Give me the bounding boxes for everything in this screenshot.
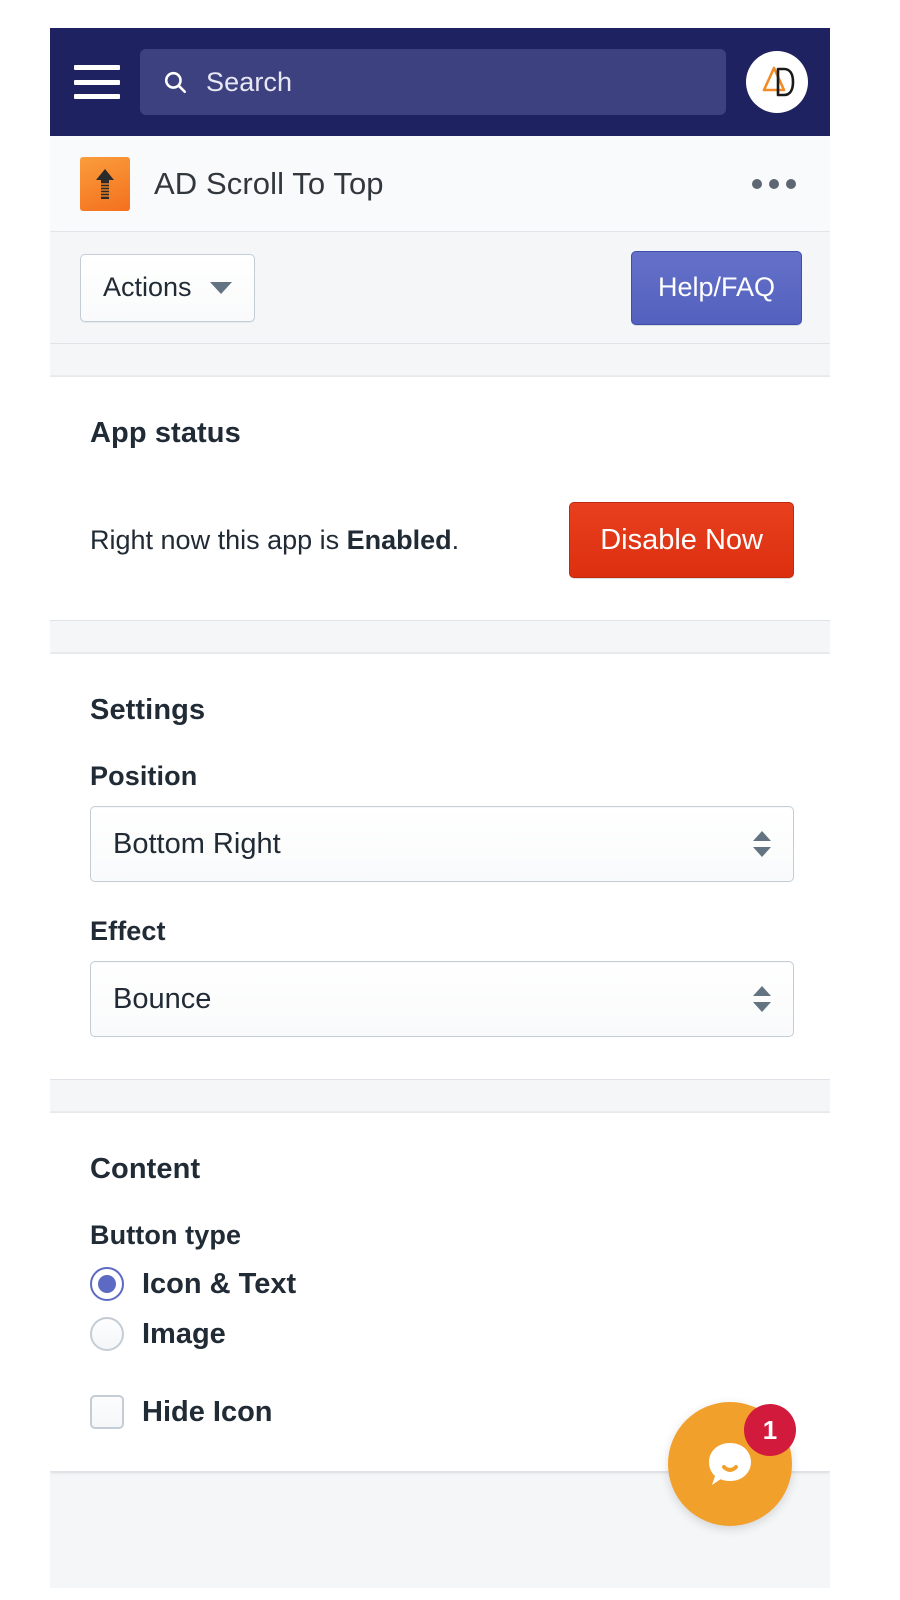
effect-field: Effect Bounce: [90, 916, 794, 1037]
position-label: Position: [90, 761, 198, 791]
app-status-text: Right now this app is Enabled.: [90, 525, 459, 556]
effect-select[interactable]: Bounce: [90, 961, 794, 1037]
chat-unread-badge: 1: [744, 1404, 796, 1456]
disable-now-button[interactable]: Disable Now: [569, 502, 794, 578]
app-status-suffix: .: [451, 524, 460, 555]
search-placeholder: Search: [206, 66, 293, 97]
status-badge: Enabled: [346, 524, 452, 555]
chat-unread-count: 1: [762, 1414, 778, 1445]
position-select[interactable]: Bottom Right: [90, 806, 794, 882]
scroll-to-top-arrow-icon: [80, 156, 130, 211]
stepper-arrows-icon: [753, 986, 771, 1012]
action-bar: Actions Help/FAQ: [50, 232, 830, 344]
checkbox-icon[interactable]: [90, 1395, 124, 1429]
disable-now-label: Disable Now: [600, 523, 763, 556]
app-status-card: App status Right now this app is Enabled…: [50, 376, 830, 621]
chat-launcher[interactable]: 1: [668, 1402, 796, 1526]
settings-heading: Settings: [90, 694, 206, 726]
radio-icon[interactable]: [90, 1267, 124, 1301]
section-gap: [50, 621, 830, 653]
actions-dropdown-button[interactable]: Actions: [80, 253, 255, 322]
app-status-prefix: Right now this app is: [90, 524, 347, 555]
hide-icon-label: Hide Icon: [142, 1395, 273, 1428]
merchant-logo-icon: [762, 66, 795, 97]
radio-option-icon-and-text[interactable]: Icon & Text: [90, 1267, 794, 1301]
radio-icon[interactable]: [90, 1317, 124, 1351]
page-header: AD Scroll To Top: [50, 136, 830, 232]
position-value: Bottom Right: [113, 827, 281, 860]
radio-label: Icon & Text: [142, 1267, 297, 1300]
avatar[interactable]: [746, 51, 808, 113]
section-gap: [50, 344, 830, 376]
page-title: AD Scroll To Top: [154, 165, 384, 201]
button-type-group: Button type Icon & Text Image: [90, 1220, 794, 1351]
content-heading: Content: [90, 1153, 201, 1185]
app-status-row: Right now this app is Enabled. Disable N…: [90, 502, 794, 578]
radio-label: Image: [142, 1317, 226, 1350]
kebab-menu-icon[interactable]: [746, 169, 802, 199]
radio-option-image[interactable]: Image: [90, 1317, 794, 1351]
effect-value: Bounce: [113, 982, 212, 1015]
section-gap: [50, 1080, 830, 1112]
hamburger-menu-icon[interactable]: [74, 65, 120, 99]
chevron-down-icon: [209, 281, 232, 294]
help-faq-label: Help/FAQ: [657, 272, 775, 302]
settings-card: Settings Position Bottom Right Effect Bo…: [50, 653, 830, 1080]
effect-label: Effect: [90, 916, 166, 946]
app-frame: Search AD Scroll To Top Actions Help/FAQ…: [50, 28, 830, 1588]
top-navigation-bar: Search: [50, 28, 830, 136]
position-field: Position Bottom Right: [90, 761, 794, 882]
stepper-arrows-icon: [753, 831, 771, 857]
app-status-heading: App status: [90, 417, 241, 449]
search-icon: [164, 71, 187, 94]
button-type-label: Button type: [90, 1220, 242, 1250]
actions-button-label: Actions: [103, 272, 192, 302]
help-faq-button[interactable]: Help/FAQ: [630, 250, 802, 325]
search-input[interactable]: Search: [140, 49, 726, 115]
